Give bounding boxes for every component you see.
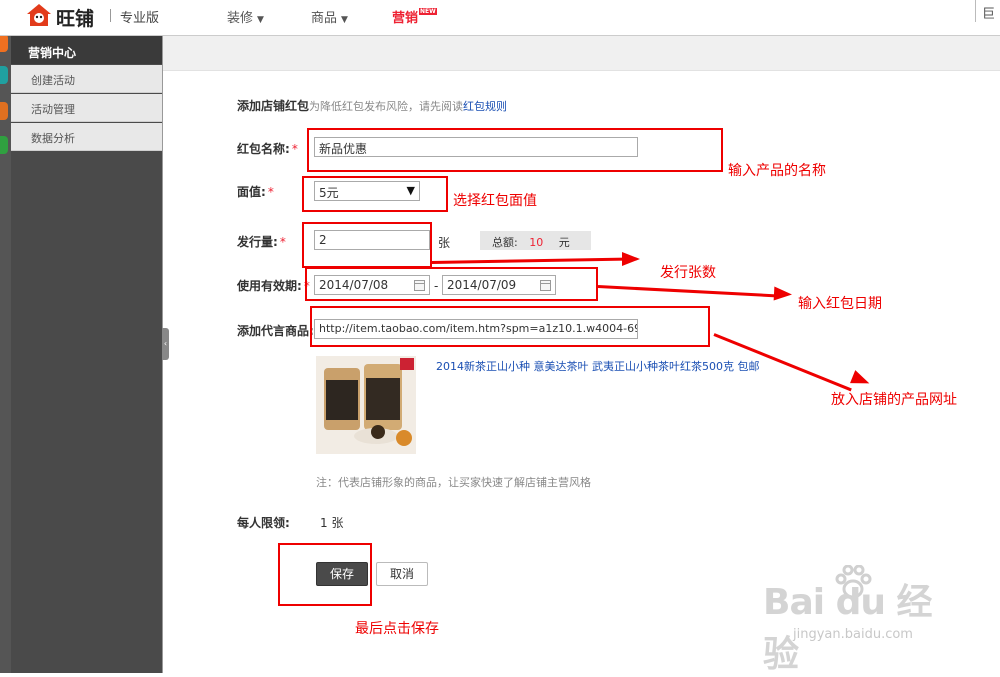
required-mark: * — [267, 185, 274, 199]
form-heading: 添加店铺红包 — [237, 99, 310, 113]
watermark-sub: jingyan.baidu.com — [793, 627, 913, 642]
rules-link[interactable]: 红包规则 — [463, 100, 507, 113]
nav-products-label: 商品 — [311, 11, 338, 26]
form-heading-row: 添加店铺红包为降低红包发布风险，请先阅读红包规则 — [237, 97, 507, 114]
arrow-head-icon — [622, 252, 640, 266]
sidebar-item-analytics[interactable]: 数据分析 — [11, 123, 162, 151]
annotation-qty: 发行张数 — [660, 265, 716, 281]
arrow-head-icon — [850, 370, 872, 390]
save-button[interactable]: 保存 — [316, 562, 368, 586]
top-right-text: 巨 — [982, 7, 996, 22]
product-image[interactable] — [316, 356, 416, 454]
annotation-box-face — [302, 176, 448, 212]
watermark-main: Bai du 经验 — [763, 582, 933, 675]
main-header-band — [163, 36, 1000, 71]
face-label-row: 面值: * — [237, 183, 274, 200]
annotation-box-qty — [302, 222, 432, 268]
total-box: 总额: 10 元 — [480, 231, 591, 250]
total-label: 总额: — [492, 236, 518, 249]
product-label: 添加代言商品: — [237, 324, 314, 338]
total-unit: 元 — [558, 236, 570, 249]
form-heading-note: 为降低红包发布风险，请先阅读 — [309, 100, 464, 113]
logo-house-icon — [27, 4, 51, 26]
name-label: 红包名称: — [237, 142, 290, 156]
product-title-link[interactable]: 2014新茶正山小种 意美达茶叶 武夷正山小种茶叶红茶500克 包邮 — [436, 358, 759, 374]
annotation-box-name — [307, 128, 723, 172]
baidu-watermark: Bai du 经验 jingyan.baidu.com — [763, 565, 963, 675]
date-label-row: 使用有效期: * — [237, 277, 310, 294]
annotation-box-date — [305, 267, 598, 301]
qty-label: 发行量: — [237, 235, 278, 249]
sidebar-title: 营销中心 — [11, 36, 162, 64]
nav-products[interactable]: 商品 ▼ — [311, 7, 348, 26]
annotation-box-url — [310, 306, 710, 347]
sidebar-item-create[interactable]: 创建活动 — [11, 65, 162, 93]
logo-text: 旺铺 — [56, 8, 95, 30]
nav-decorate[interactable]: 装修 ▼ — [227, 7, 264, 26]
new-badge: NEW — [419, 8, 437, 15]
limit-label: 每人限领: — [237, 516, 290, 530]
annotation-name: 输入产品的名称 — [728, 163, 826, 179]
chevron-down-icon: ▼ — [341, 15, 348, 25]
strip-tab-teal[interactable] — [0, 66, 8, 84]
limit-value: 1 张 — [320, 516, 344, 530]
face-label: 面值: — [237, 185, 266, 199]
required-mark: * — [279, 235, 286, 249]
annotation-face: 选择红包面值 — [453, 193, 537, 209]
annotation-arrow-qty — [431, 257, 624, 264]
collapse-handle-icon[interactable]: ‹ — [162, 328, 169, 360]
nav-marketing[interactable]: 营销 — [392, 7, 418, 26]
annotation-save: 最后点击保存 — [355, 621, 439, 637]
left-app-strip — [0, 0, 11, 673]
annotation-date: 输入红包日期 — [798, 296, 882, 312]
total-value: 10 — [529, 236, 544, 249]
tea-product-image — [316, 356, 416, 454]
chevron-down-icon: ▼ — [257, 15, 264, 25]
date-label: 使用有效期: — [237, 279, 302, 293]
product-note: 注：代表店铺形象的商品，让买家快速了解店铺主营风格 — [316, 476, 591, 489]
required-mark: * — [291, 142, 298, 156]
top-bar: 旺铺 专业版 装修 ▼ 商品 ▼ 营销 NEW 巨 — [0, 0, 1000, 36]
strip-tab-orange-2[interactable] — [0, 34, 8, 52]
annotation-url: 放入店铺的产品网址 — [831, 392, 957, 408]
strip-tab-green[interactable] — [0, 102, 8, 120]
edition-label: 专业版 — [120, 11, 160, 26]
nav-decorate-label: 装修 — [227, 11, 254, 26]
qty-label-row: 发行量: * — [237, 233, 286, 250]
sidebar: 营销中心 创建活动 活动管理 数据分析 — [11, 36, 162, 673]
top-right-divider — [975, 0, 976, 22]
sidebar-item-manage[interactable]: 活动管理 — [11, 94, 162, 122]
arrow-head-icon — [773, 286, 793, 302]
strip-tab-green-2[interactable] — [0, 136, 8, 154]
qty-unit: 张 — [438, 236, 451, 250]
annotation-arrow-date — [597, 285, 776, 298]
name-label-row: 红包名称: * — [237, 140, 298, 157]
cancel-button[interactable]: 取消 — [376, 562, 428, 586]
logo-divider — [110, 9, 111, 22]
